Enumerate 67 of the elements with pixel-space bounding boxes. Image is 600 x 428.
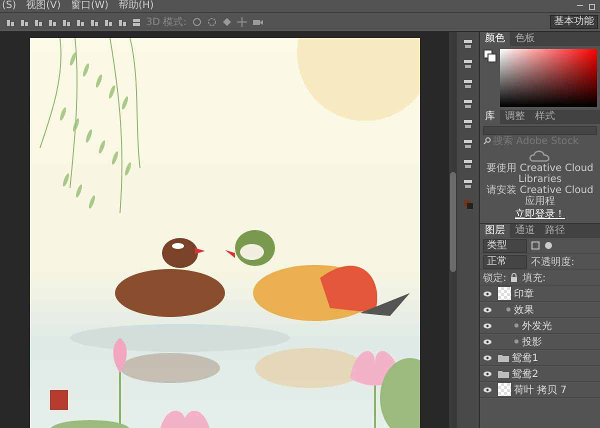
eye-icon[interactable]: [483, 290, 492, 296]
align-icon[interactable]: [76, 18, 85, 26]
workspace-button[interactable]: 基本功能: [550, 15, 598, 29]
color-swatches-icon[interactable]: [483, 49, 497, 63]
lock-icon[interactable]: [510, 273, 518, 282]
layer-name[interactable]: 鸳鸯2: [512, 366, 538, 380]
rotate-3d-icon[interactable]: [192, 17, 202, 27]
menu-item[interactable]: (S): [2, 1, 16, 11]
panel-tab[interactable]: 通道: [510, 224, 540, 238]
message-text: 请安装 Creative Cloud 应用程: [486, 185, 594, 207]
eye-icon[interactable]: [483, 322, 492, 328]
menu-item[interactable]: 帮助(H): [118, 1, 154, 11]
minimize-icon[interactable]: [576, 2, 584, 8]
align-icon[interactable]: [6, 18, 15, 26]
effect-icon: [506, 307, 511, 312]
adjustment-filter-icon[interactable]: [544, 241, 553, 250]
filter-dropdown[interactable]: 类型: [483, 238, 527, 252]
blend-mode-dropdown[interactable]: 正常: [483, 254, 527, 268]
layer-thumbnail: [498, 383, 511, 396]
layer-name[interactable]: 印章: [514, 286, 534, 300]
video-camera-icon[interactable]: [252, 17, 264, 27]
eye-icon[interactable]: [483, 338, 492, 344]
align-icon[interactable]: [20, 18, 29, 26]
effect-icon: [514, 323, 519, 328]
panel-tab[interactable]: 调整: [500, 110, 530, 124]
effect-icon: [514, 339, 519, 344]
panel-tab[interactable]: 库: [480, 110, 500, 124]
panel-tab[interactable]: 色板: [510, 32, 540, 46]
eye-icon[interactable]: [483, 386, 492, 392]
layer-name[interactable]: 外发光: [522, 318, 552, 332]
layer-name[interactable]: 投影: [522, 334, 542, 348]
color-field[interactable]: [500, 49, 597, 107]
eye-icon[interactable]: [483, 370, 492, 376]
panel-tab[interactable]: 颜色: [480, 32, 510, 46]
align-icon[interactable]: [104, 18, 113, 26]
message-text: 要使用 Creative Cloud Libraries: [486, 163, 594, 185]
layer-name[interactable]: 鸳鸯1: [512, 350, 538, 364]
search-icon: [483, 137, 491, 145]
layer-thumbnail: [498, 287, 511, 300]
eye-icon[interactable]: [483, 354, 492, 360]
sign-in-link[interactable]: 立即登录！: [515, 207, 565, 221]
lock-label: 锁定:: [483, 272, 506, 284]
restore-icon[interactable]: [588, 2, 596, 10]
layer-name[interactable]: 效果: [514, 302, 534, 316]
align-icon[interactable]: [118, 18, 127, 26]
fill-label: 填充:: [522, 272, 546, 284]
slide-3d-icon[interactable]: [236, 17, 247, 27]
scrollbar-thumb[interactable]: [450, 172, 456, 272]
swatch-icon[interactable]: [462, 198, 474, 210]
opacity-label: 不透明度:: [531, 256, 574, 268]
eye-icon[interactable]: [483, 306, 492, 312]
panel-tab[interactable]: 图层: [480, 224, 510, 238]
align-icon[interactable]: [48, 18, 57, 26]
panel-tab[interactable]: 样式: [530, 110, 560, 124]
image-filter-icon[interactable]: [531, 241, 540, 250]
cloud-icon: [529, 149, 551, 163]
folder-icon: [498, 354, 509, 362]
align-icon[interactable]: [90, 18, 99, 26]
align-icon[interactable]: [62, 18, 71, 26]
panel-tab[interactable]: 路径: [540, 224, 570, 238]
folder-icon: [498, 370, 509, 378]
drag-3d-icon[interactable]: [222, 17, 232, 27]
align-icon[interactable]: [34, 18, 43, 26]
roll-3d-icon[interactable]: [206, 17, 217, 27]
distribute-icon[interactable]: [132, 18, 141, 26]
menu-item[interactable]: 视图(V): [26, 1, 61, 11]
layer-name[interactable]: 荷叶 拷贝 7: [514, 382, 567, 396]
